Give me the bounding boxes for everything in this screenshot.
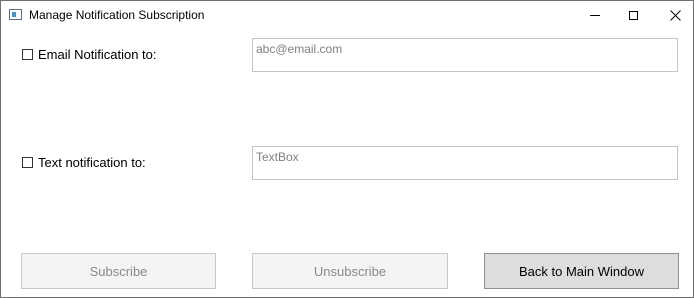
minimize-icon: [590, 14, 600, 16]
window-title: Manage Notification Subscription: [29, 8, 205, 22]
email-notification-checkbox[interactable]: [22, 49, 33, 60]
close-button[interactable]: [655, 1, 694, 29]
email-address-field[interactable]: abc@email.com: [252, 38, 678, 72]
email-notification-checkbox-row[interactable]: Email Notification to:: [22, 47, 157, 62]
text-number-field[interactable]: TextBox: [252, 146, 678, 180]
text-notification-checkbox-row[interactable]: Text notification to:: [22, 155, 146, 170]
text-notification-checkbox[interactable]: [22, 157, 33, 168]
maximize-icon: [628, 10, 638, 20]
subscribe-button[interactable]: Subscribe: [21, 253, 216, 289]
maximize-button[interactable]: [613, 1, 653, 29]
email-notification-label: Email Notification to:: [38, 47, 157, 62]
notification-window: Manage Notification Subscription Email N…: [0, 0, 694, 298]
unsubscribe-button[interactable]: Unsubscribe: [252, 253, 448, 289]
close-icon: [669, 9, 681, 21]
minimize-button[interactable]: [575, 1, 615, 29]
back-to-main-window-button[interactable]: Back to Main Window: [484, 253, 679, 289]
title-bar[interactable]: Manage Notification Subscription: [1, 1, 693, 31]
app-window-icon: [9, 9, 22, 20]
text-notification-label: Text notification to:: [38, 155, 146, 170]
